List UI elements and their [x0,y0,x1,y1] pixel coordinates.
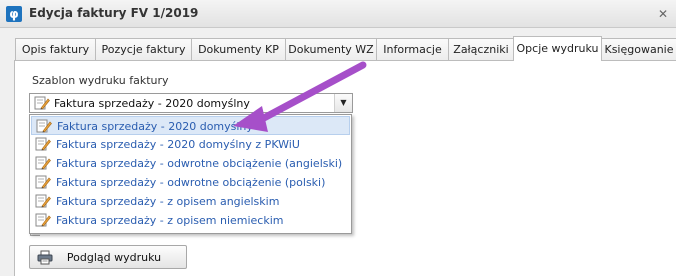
document-pencil-icon [35,175,51,192]
dropdown-option[interactable]: Faktura sprzedaży - 2020 domyślny [31,116,350,135]
document-pencil-icon [35,194,51,211]
title-bar: φ Edycja faktury FV 1/2019 ✕ [0,0,676,28]
tab-dokumenty-wz[interactable]: Dokumenty WZ [286,38,377,61]
template-combobox[interactable]: Faktura sprzedaży - 2020 domyślny ▼ [29,93,353,113]
tab-dokumenty-kp[interactable]: Dokumenty KP [192,38,286,61]
tab-strip: Opis faktury Pozycje faktury Dokumenty K… [15,36,676,61]
dropdown-option-label: Faktura sprzedaży - odwrotne obciążenie … [56,157,343,170]
document-pencil-icon [35,213,51,230]
window-title: Edycja faktury FV 1/2019 [29,6,199,20]
document-pencil-icon [35,156,51,173]
document-pencil-icon [34,96,50,113]
dropdown-option-label: Faktura sprzedaży - 2020 domyślny [57,120,253,133]
print-preview-label: Podgląd wydruku [66,251,162,264]
tab-opcje-wydruku[interactable]: Opcje wydruku [513,36,602,61]
template-combobox-value: Faktura sprzedaży - 2020 domyślny [54,97,250,110]
template-dropdown-list: Faktura sprzedaży - 2020 domyślny Faktur… [29,114,352,234]
dropdown-option-label: Faktura sprzedaży - odwrotne obciążenie … [56,176,326,189]
tab-zalaczniki[interactable]: Załączniki [449,38,514,61]
dropdown-option-label: Faktura sprzedaży - z opisem niemieckim [56,214,284,227]
chevron-down-icon[interactable]: ▼ [334,94,352,112]
dropdown-option[interactable]: Faktura sprzedaży - z opisem angielskim [31,192,350,211]
tab-informacje[interactable]: Informacje [377,38,449,61]
document-pencil-icon [36,119,52,136]
dropdown-option-label: Faktura sprzedaży - z opisem angielskim [56,195,280,208]
dropdown-option[interactable]: Faktura sprzedaży - z opisem niemieckim [31,211,350,230]
tab-pozycje-faktury[interactable]: Pozycje faktury [96,38,192,61]
document-pencil-icon [35,137,51,154]
tab-ksiegowanie[interactable]: Księgowanie [602,38,676,61]
print-preview-button[interactable]: Podgląd wydruku [29,245,187,269]
tab-opis-faktury[interactable]: Opis faktury [15,38,96,61]
dropdown-option-label: Faktura sprzedaży - 2020 domyślny z PKWi… [56,138,300,151]
dropdown-option[interactable]: Faktura sprzedaży - 2020 domyślny z PKWi… [31,135,350,154]
close-icon[interactable]: ✕ [655,7,671,21]
dropdown-option[interactable]: Faktura sprzedaży - odwrotne obciążenie … [31,154,350,173]
dropdown-option[interactable]: Faktura sprzedaży - odwrotne obciążenie … [31,173,350,192]
app-logo-icon: φ [6,6,22,22]
template-label: Szablon wydruku faktury [32,74,169,87]
